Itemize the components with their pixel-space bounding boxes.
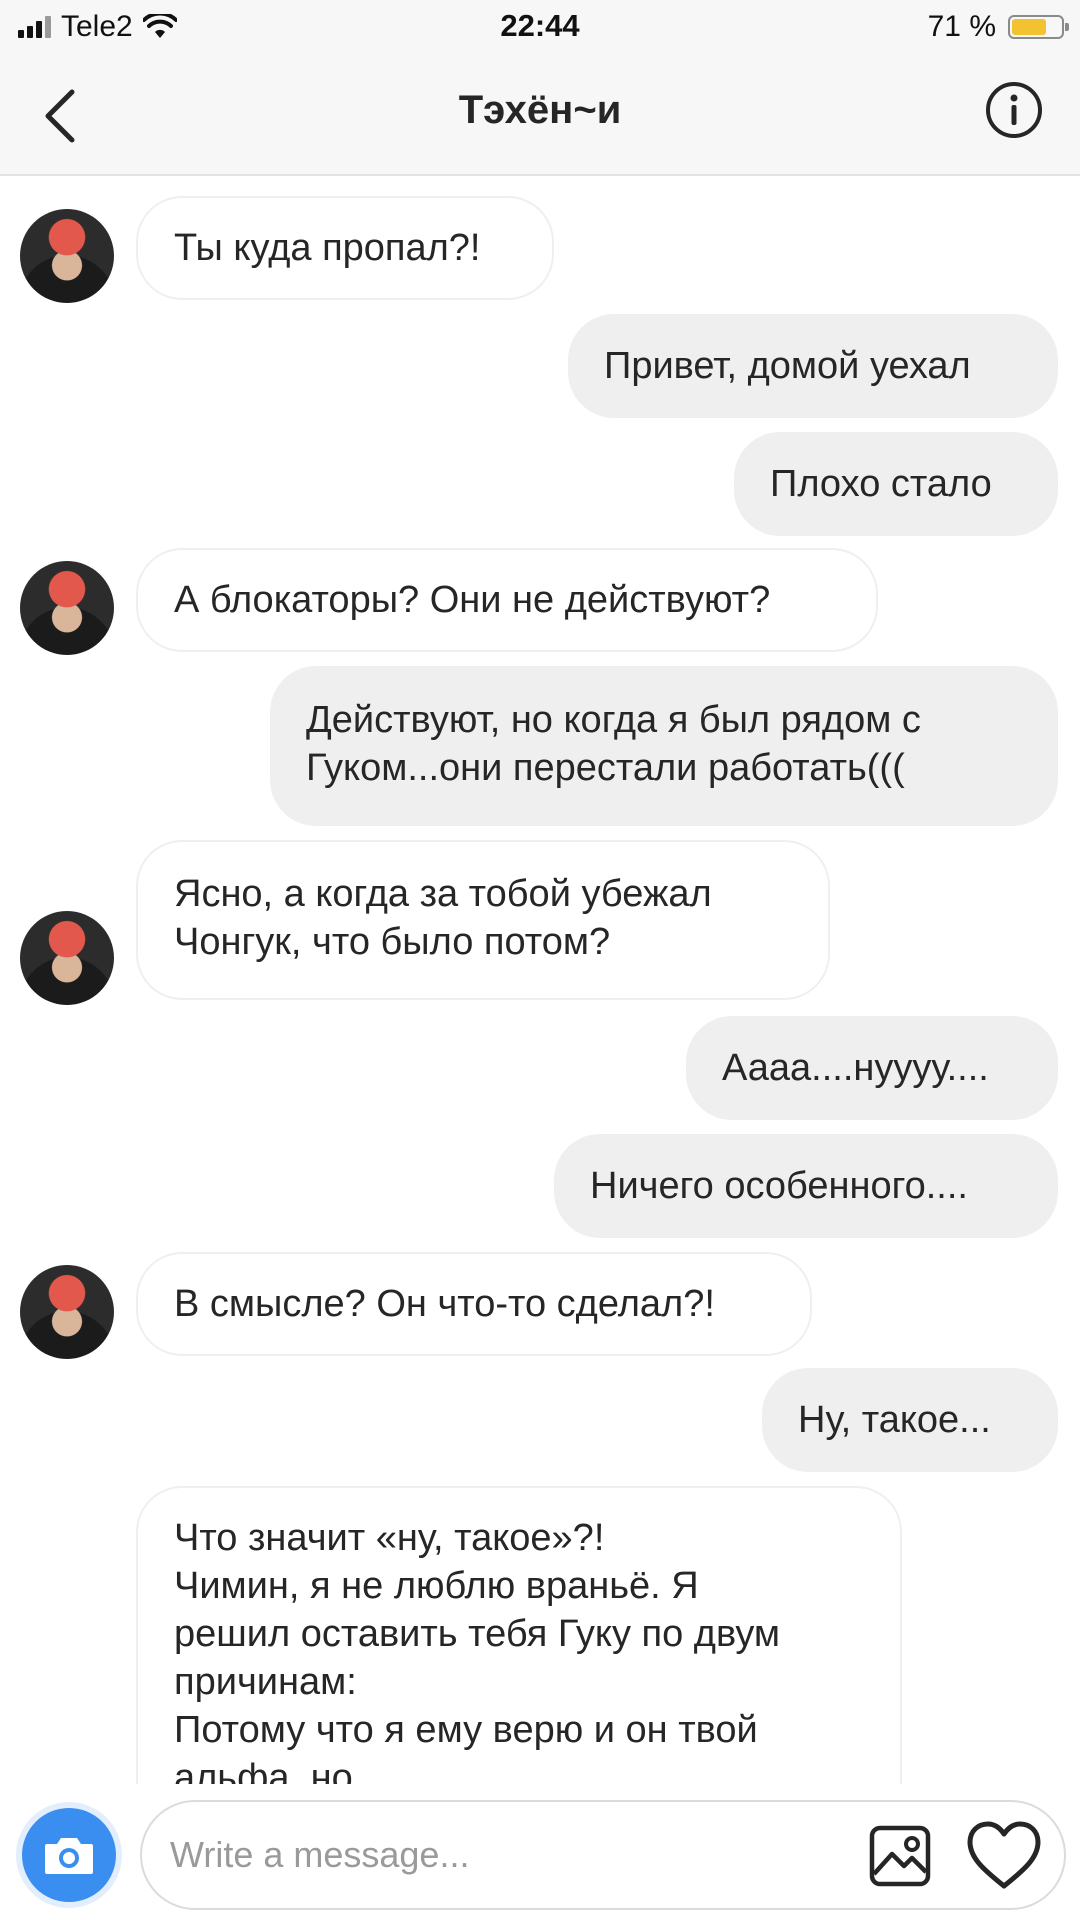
chat-title[interactable]: Тэхён~и	[0, 88, 1080, 133]
avatar[interactable]	[20, 561, 114, 655]
message-line: причинам:	[174, 1661, 357, 1703]
message-line: А блокаторы? Они не действуют?	[174, 579, 771, 621]
message-bubble-incoming[interactable]: А блокаторы? Они не действуют?	[136, 548, 878, 652]
message-bubble-outgoing[interactable]: Ничего особенного....	[554, 1134, 1058, 1238]
battery-percent: 71 %	[927, 10, 996, 43]
message-bubble-incoming[interactable]: Что значит «ну, такое»?! Чимин, я не люб…	[136, 1486, 902, 1784]
message-bubble-incoming[interactable]: Ты куда пропал?!	[136, 196, 554, 300]
message-line: Действуют, но когда я был рядом с	[306, 699, 921, 741]
message-bubble-outgoing[interactable]: Привет, домой уехал	[568, 314, 1058, 418]
message-line: Ты куда пропал?!	[174, 227, 481, 269]
info-icon[interactable]	[984, 80, 1044, 140]
message-line: Чонгук, что было потом?	[174, 921, 611, 963]
message-line: решил оставить тебя Гуку по двум	[174, 1613, 781, 1655]
status-bar: Tele2 22:44 71 %	[0, 0, 1080, 56]
message-bubble-outgoing[interactable]: Плохо стало	[734, 432, 1058, 536]
message-line: Ясно, а когда за тобой убежал	[174, 873, 712, 915]
message-composer	[0, 1784, 1080, 1920]
heart-icon[interactable]	[966, 1820, 1042, 1892]
avatar[interactable]	[20, 209, 114, 303]
status-right: 71 %	[927, 10, 1069, 44]
message-line: Плохо стало	[770, 463, 992, 505]
message-line: Ничего особенного....	[590, 1165, 968, 1207]
chat-header: Тэхён~и	[0, 56, 1080, 176]
message-thread[interactable]: Ты куда пропал?! Привет, домой уехал Пло…	[0, 176, 1080, 1784]
message-line: Аааа....нуууу....	[722, 1047, 989, 1089]
message-line: Чимин, я не люблю враньё. Я	[174, 1565, 699, 1607]
message-line: Что значит «ну, такое»?!	[174, 1517, 605, 1559]
message-line: Гуком...они перестали работать(((	[306, 747, 905, 789]
message-line: Ну, такое...	[798, 1399, 991, 1441]
message-line: Привет, домой уехал	[604, 345, 971, 387]
camera-icon	[45, 1838, 93, 1874]
camera-button[interactable]	[16, 1802, 122, 1908]
message-line: Потому что я ему верю и он твой	[174, 1709, 758, 1751]
gallery-icon[interactable]	[868, 1824, 932, 1888]
message-bubble-outgoing[interactable]: Ну, такое...	[762, 1368, 1058, 1472]
message-bubble-incoming[interactable]: Ясно, а когда за тобой убежал Чонгук, чт…	[136, 840, 830, 1000]
status-time: 22:44	[500, 8, 580, 43]
message-input-pill[interactable]	[140, 1800, 1066, 1910]
message-bubble-outgoing[interactable]: Аааа....нуууу....	[686, 1016, 1058, 1120]
message-input[interactable]	[170, 1832, 690, 1878]
avatar[interactable]	[20, 911, 114, 1005]
message-line: В смысле? Он что-то сделал?!	[174, 1283, 715, 1325]
message-bubble-outgoing[interactable]: Действуют, но когда я был рядом с Гуком.…	[270, 666, 1058, 826]
avatar[interactable]	[20, 1265, 114, 1359]
battery-icon	[1008, 15, 1069, 39]
message-line: альфа, но	[174, 1757, 353, 1784]
message-bubble-incoming[interactable]: В смысле? Он что-то сделал?!	[136, 1252, 812, 1356]
